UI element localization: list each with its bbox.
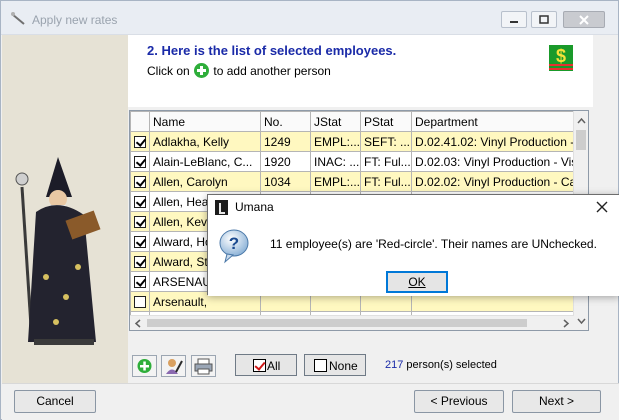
step-instructions: Click on to add another person [147,63,331,79]
checkbox-icon[interactable] [134,296,146,309]
select-none-check-icon [314,359,327,372]
step-title: 2. Here is the list of selected employee… [147,43,397,58]
add-person-button[interactable] [132,355,157,377]
wizard-illustration [15,157,101,345]
select-none-button[interactable]: None [304,354,366,376]
add-person-icon [194,63,210,79]
scroll-left-icon[interactable] [131,316,146,331]
dialog-body: ? 11 employee(s) are 'Red-circle'. Their… [208,220,619,296]
cell-name: Adlakha, Kelly [149,131,261,152]
edit-person-button[interactable] [161,355,186,377]
dialog-title: Umana [235,200,274,214]
row-checkbox[interactable] [130,291,150,312]
dialog-message: 11 employee(s) are 'Red-circle'. Their n… [270,237,597,251]
scroll-down-icon[interactable] [574,314,589,329]
column-header-pstat[interactable]: PStat [360,111,412,132]
checkbox-icon[interactable] [134,276,146,289]
ok-button[interactable]: OK [386,271,448,293]
row-checkbox[interactable] [130,211,150,232]
cell-department: D.02.02: Vinyl Production - Ca [411,171,577,192]
umana-dialog: Umana ? 11 employee(s) are 'Red-circle'.… [207,194,619,296]
row-checkbox[interactable] [130,151,150,172]
column-header-name[interactable]: Name [149,111,261,132]
table-row[interactable]: Allen, Carolyn 1034 EMPL:... FT: Ful... D.02… [130,171,577,192]
scroll-up-icon[interactable] [574,113,589,128]
column-header-no[interactable]: No. [260,111,311,132]
selection-count-number: 217 [385,359,404,371]
cell-pstat: FT: Ful... [360,171,412,192]
cell-no: 1920 [260,151,311,172]
add-icon [137,359,152,373]
row-checkbox[interactable] [130,171,150,192]
dialog-title-bar: Umana [208,195,619,220]
apply-new-rates-window: Apply new rates 2. Here is the list of s… [0,0,619,420]
previous-button[interactable]: < Previous [414,390,504,413]
row-checkbox[interactable] [130,251,150,272]
instructions-prefix: Click on [147,63,190,78]
checkbox-icon[interactable] [134,196,146,209]
table-row[interactable]: Adlakha, Kelly 1249 EMPL:... SEFT: ... D.02.… [130,131,577,152]
scroll-right-icon[interactable] [558,316,573,331]
selection-count-suffix: person(s) selected [403,359,497,371]
cell-department: D.02.41.02: Vinyl Production - [411,131,577,152]
select-none-label: None [329,359,358,373]
cell-department: D.02.03: Vinyl Production - Vis [411,151,577,172]
select-all-check-icon [253,359,266,372]
table-header-row: Name No. JStat PStat Department [130,111,577,132]
wand-icon [11,12,25,25]
money-icon: $ [549,45,573,71]
close-icon [579,14,589,25]
column-header-check[interactable] [130,111,150,132]
instructions-suffix: to add another person [213,63,331,78]
cell-no: 1249 [260,131,311,152]
title-bar: Apply new rates [1,1,618,35]
row-checkbox[interactable] [130,191,150,212]
checkbox-icon[interactable] [134,256,146,269]
horizontal-scrollbar[interactable] [130,315,574,330]
checkbox-icon[interactable] [134,176,146,189]
checkbox-icon[interactable] [134,136,146,149]
checkbox-icon[interactable] [134,156,146,169]
person-edit-icon [166,359,183,374]
svg-text:?: ? [229,234,239,253]
cell-pstat: SEFT: ... [360,131,412,152]
money-sign: $ [556,46,566,66]
vertical-scroll-thumb[interactable] [576,130,586,150]
selection-count: 217 person(s) selected [385,359,497,371]
horizontal-scroll-thumb[interactable] [147,319,527,327]
cell-name: Allen, Carolyn [149,171,261,192]
maximize-icon [539,14,549,24]
cell-name: Alain-LeBlanc, C... [149,151,261,172]
question-icon: ? [219,229,249,264]
minimize-icon [510,20,518,23]
checkbox-icon[interactable] [134,236,146,249]
row-checkbox[interactable] [130,231,150,252]
cell-jstat: EMPL:... [310,171,361,192]
maximize-button[interactable] [531,11,557,28]
step-header: 2. Here is the list of selected employee… [128,35,593,107]
next-button[interactable]: Next > [512,390,601,413]
close-button[interactable] [563,11,605,28]
printer-icon [194,358,213,375]
minimize-button[interactable] [501,11,527,28]
select-all-button[interactable]: All [235,354,297,376]
cancel-button[interactable]: Cancel [14,390,96,413]
umana-app-icon [215,200,228,215]
select-all-label: All [267,359,281,373]
row-checkbox[interactable] [130,131,150,152]
wizard-illustration-panel [2,35,128,383]
cell-jstat: EMPL:... [310,131,361,152]
cell-jstat: INAC: ... [310,151,361,172]
print-button[interactable] [191,355,216,377]
row-checkbox[interactable] [130,271,150,292]
column-header-jstat[interactable]: JStat [310,111,361,132]
cell-pstat: FT: Ful... [360,151,412,172]
column-header-department[interactable]: Department [411,111,577,132]
table-row[interactable]: Alain-LeBlanc, C... 1920 INAC: ... FT: Ful.… [130,151,577,172]
cell-no: 1034 [260,171,311,192]
dialog-close-icon[interactable] [594,199,610,215]
window-title: Apply new rates [32,13,118,27]
checkbox-icon[interactable] [134,216,146,229]
